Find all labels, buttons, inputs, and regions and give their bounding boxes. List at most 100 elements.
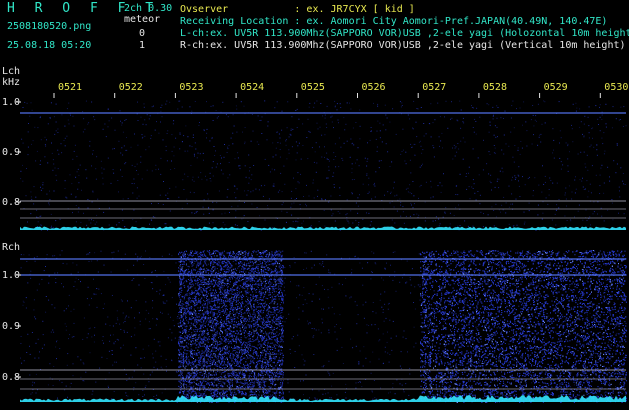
noise-speck [620,107,621,108]
noise-speck [400,205,401,206]
noise-speck [345,214,346,215]
noise-speck [124,163,125,164]
noise-speck [49,204,50,205]
noise-speck [589,146,590,147]
noise-speck [217,118,218,119]
noise-speck [569,151,570,152]
noise-speck [282,111,283,112]
noise-speck [335,221,336,222]
noise-speck [386,143,387,144]
noise-speck [66,326,67,327]
noise-speck [30,354,31,355]
noise-speck [483,213,484,214]
noise-speck [337,103,338,104]
noise-speck [194,213,195,214]
noise-speck [613,160,614,161]
noise-speck [187,151,188,152]
noise-speck [501,375,502,376]
noise-speck [139,312,140,313]
noise-speck [452,148,453,149]
noise-speck [244,143,245,144]
noise-speck [463,159,464,160]
noise-speck [89,328,90,329]
noise-speck [83,380,84,381]
noise-speck [144,107,145,108]
noise-speck [372,272,373,273]
noise-speck [614,302,615,303]
noise-speck [65,180,66,181]
noise-speck [486,321,487,322]
noise-speck [358,364,359,365]
noise-speck [321,308,322,309]
noise-speck [573,104,574,105]
noise-speck [468,363,469,364]
noise-speck [150,374,151,375]
noise-speck [366,175,367,176]
noise-speck [334,326,335,327]
noise-speck [214,325,215,326]
noise-speck [522,125,523,126]
noise-speck [440,116,441,117]
noise-speck [566,199,567,200]
noise-speck [314,328,315,329]
noise-speck [72,159,73,160]
noise-speck [67,108,68,109]
noise-speck [22,165,23,166]
noise-speck [153,396,154,397]
noise-speck [592,303,593,304]
noise-speck [408,188,409,189]
noise-speck [381,277,382,278]
noise-speck [377,131,378,132]
noise-speck [149,118,150,119]
noise-speck [538,205,539,206]
noise-speck [375,262,376,263]
noise-speck [506,143,507,144]
noise-speck [26,195,27,196]
noise-speck [380,300,381,301]
noise-speck [283,166,284,167]
noise-speck [416,214,417,215]
noise-speck [496,105,497,106]
noise-speck [93,294,94,295]
noise-speck [490,175,491,176]
noise-speck [410,293,411,294]
noise-speck [316,330,317,331]
noise-speck [322,261,323,262]
noise-speck [206,179,207,180]
noise-speck [607,252,608,253]
noise-speck [367,142,368,143]
noise-speck [116,224,117,225]
noise-speck [171,161,172,162]
noise-speck [49,363,50,364]
noise-speck [405,152,406,153]
noise-speck [160,290,161,291]
noise-speck [214,295,215,296]
noise-speck [84,129,85,130]
noise-speck [421,165,422,166]
noise-speck [321,198,322,199]
noise-speck [545,182,546,183]
noise-speck [104,169,105,170]
noise-speck [325,393,326,394]
noise-speck [370,225,371,226]
noise-speck [232,133,233,134]
noise-speck [177,109,178,110]
noise-speck [47,254,48,255]
noise-speck [403,150,404,151]
noise-speck [454,215,455,216]
noise-speck [37,127,38,128]
noise-speck [603,193,604,194]
noise-speck [142,390,143,391]
noise-speck [490,154,491,155]
noise-speck [317,123,318,124]
noise-speck [432,145,433,146]
noise-speck [600,104,601,105]
noise-speck [419,142,420,143]
noise-speck [284,290,285,291]
noise-speck [394,207,395,208]
noise-speck [72,337,73,338]
noise-speck [615,172,616,173]
noise-speck [252,114,253,115]
noise-speck [85,372,86,373]
noise-speck [144,357,145,358]
